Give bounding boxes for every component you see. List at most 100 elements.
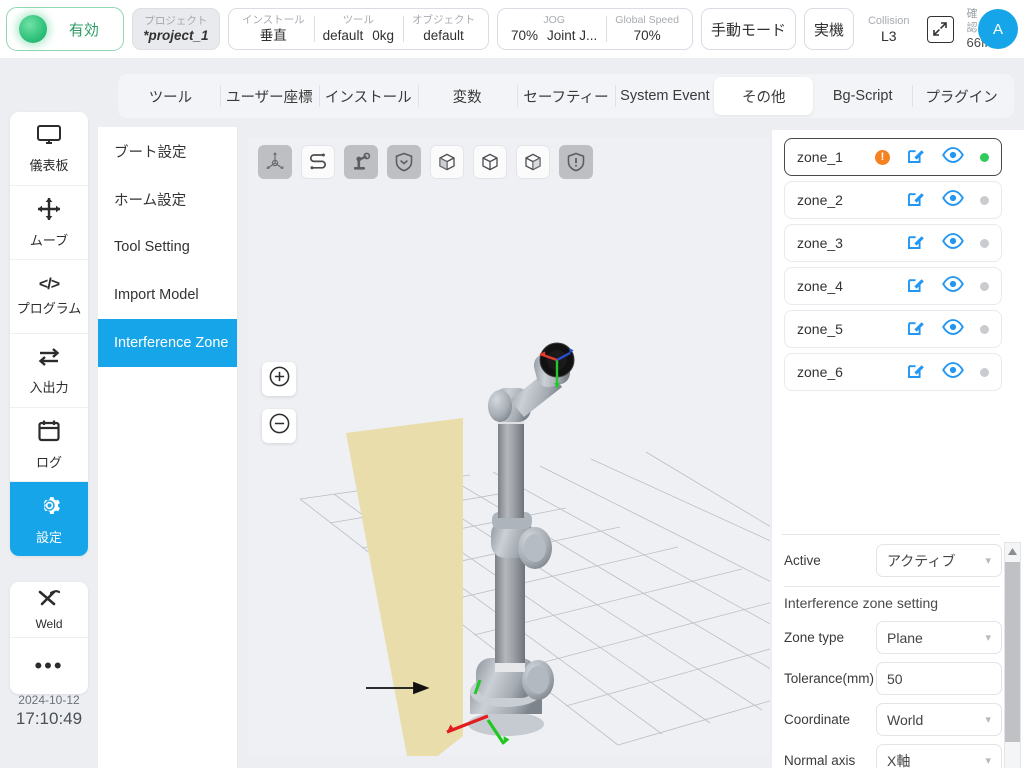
edit-icon[interactable] — [906, 188, 926, 213]
primary-nav-rail: 儀表板 ムーブ </> プログラム 入出力 ログ 設定 — [10, 112, 88, 556]
tab-tool[interactable]: ツール — [121, 77, 220, 115]
visibility-icon[interactable] — [942, 361, 964, 383]
submenu-item-home-settings[interactable]: ホーム設定 — [98, 175, 237, 223]
zoom-in-button[interactable] — [262, 362, 296, 396]
sidebar-item-settings[interactable]: 設定 — [10, 482, 88, 556]
visibility-icon[interactable] — [942, 275, 964, 297]
zone-list-item[interactable]: zone_3 — [784, 224, 1002, 262]
tab-bg-script[interactable]: Bg-Script — [813, 77, 912, 115]
status-dot[interactable] — [980, 281, 989, 291]
jog-mode: Joint J... — [547, 28, 598, 43]
sidebar-item-label: 入出力 — [29, 379, 69, 395]
avatar[interactable]: A — [978, 9, 1018, 49]
shield-warning-icon[interactable] — [559, 145, 593, 179]
zone-list-item[interactable]: zone_5 — [784, 310, 1002, 348]
zone-list-item[interactable]: zone_6 — [784, 353, 1002, 391]
sidebar-item-label: 設定 — [35, 529, 62, 545]
tab-plugin[interactable]: プラグイン — [912, 77, 1011, 115]
install-value: 垂直 — [259, 28, 287, 43]
install-tool-object-group[interactable]: インストール 垂直 ツール default 0kg オブジェクト default — [227, 8, 489, 50]
jog-cell[interactable]: JOG 70% Joint J... — [502, 11, 606, 47]
scroll-up-button[interactable] — [1005, 543, 1020, 560]
status-dot[interactable] — [980, 238, 989, 248]
tolerance-input[interactable]: 50 — [876, 662, 1002, 695]
tab-install[interactable]: インストール — [318, 77, 418, 115]
submenu-item-tool-setting[interactable]: Tool Setting — [98, 223, 237, 271]
global-speed-cell[interactable]: Global Speed 70% — [606, 11, 688, 47]
edit-icon[interactable] — [906, 274, 926, 299]
submenu-item-boot-settings[interactable]: ブート設定 — [98, 127, 237, 175]
cube-wireframe-icon[interactable] — [473, 145, 507, 179]
jog-caption: JOG — [543, 14, 565, 26]
field-label: Active — [784, 553, 821, 568]
clock-date: 2024-10-12 — [18, 693, 80, 707]
collision-level-indicator[interactable]: Collision L3 — [864, 14, 914, 45]
tab-safety[interactable]: セーフティー — [516, 77, 616, 115]
sidebar-item-io[interactable]: 入出力 — [10, 334, 88, 408]
visibility-icon[interactable] — [942, 146, 964, 168]
tab-others[interactable]: その他 — [714, 77, 814, 115]
submenu-item-import-model[interactable]: Import Model — [98, 271, 237, 319]
zone-name: zone_2 — [797, 192, 843, 208]
edit-icon[interactable] — [906, 317, 926, 342]
sidebar-item-program[interactable]: </> プログラム — [10, 260, 88, 334]
edit-icon[interactable] — [906, 231, 926, 256]
sidebar-item-move[interactable]: ムーブ — [10, 186, 88, 260]
zone-list-item[interactable]: zone_2 — [784, 181, 1002, 219]
io-swap-icon — [37, 346, 61, 373]
robot-arm-icon[interactable] — [344, 145, 378, 179]
cube-shaded-icon[interactable] — [516, 145, 550, 179]
cube-solid-icon[interactable] — [430, 145, 464, 179]
field-normal-axis: Normal axis X軸 ▾ — [772, 740, 1012, 768]
zone-list: zone_1 ! zone_2 zone_3 zone_4 zone_5 zon… — [772, 130, 1012, 396]
coordinate-axes-icon[interactable] — [258, 145, 292, 179]
edit-icon[interactable] — [906, 145, 926, 170]
shield-check-icon[interactable] — [387, 145, 421, 179]
edit-icon[interactable] — [906, 360, 926, 385]
coordinate-select[interactable]: World ▾ — [876, 703, 1002, 736]
speed-group[interactable]: JOG 70% Joint J... Global Speed 70% — [496, 8, 693, 50]
tab-variables[interactable]: 変数 — [417, 77, 517, 115]
weld-torch-icon — [36, 588, 62, 613]
plus-circle-icon — [268, 365, 291, 393]
form-separator — [784, 586, 1000, 587]
tab-system-event[interactable]: System Event — [615, 77, 714, 115]
expand-arrows-icon[interactable] — [926, 15, 954, 43]
status-dot[interactable] — [980, 367, 989, 377]
status-dot[interactable] — [980, 195, 989, 205]
zoom-out-button[interactable] — [262, 409, 296, 443]
object-cell[interactable]: オブジェクト default — [402, 11, 484, 47]
field-coordinate: Coordinate World ▾ — [772, 699, 1012, 740]
active-select[interactable]: アクティブ ▾ — [876, 544, 1002, 577]
robot-3d-viewport[interactable] — [248, 138, 770, 756]
install-cell[interactable]: インストール 垂直 — [233, 11, 314, 47]
zone-list-item[interactable]: zone_1 ! — [784, 138, 1002, 176]
scrollbar-track[interactable] — [1005, 560, 1020, 768]
tab-user-coordinate[interactable]: ユーザー座標 — [219, 77, 319, 115]
status-dot[interactable] — [980, 152, 989, 162]
panel-scrollbar[interactable] — [1004, 542, 1021, 768]
sidebar-item-more[interactable]: ••• — [10, 638, 88, 694]
sidebar-item-weld[interactable]: Weld — [10, 582, 88, 638]
collision-caption: Collision — [867, 14, 910, 27]
zone-list-item[interactable]: zone_4 — [784, 267, 1002, 305]
trajectory-path-icon[interactable] — [301, 145, 335, 179]
code-icon: </> — [38, 276, 60, 293]
sidebar-item-log[interactable]: ログ — [10, 408, 88, 482]
top-status-bar: 有効 プロジェクト *project_1 インストール 垂直 ツール defau… — [0, 0, 1024, 58]
status-dot[interactable] — [980, 324, 989, 334]
tool-cell[interactable]: ツール default 0kg — [313, 11, 403, 47]
zone-type-select[interactable]: Plane ▾ — [876, 621, 1002, 654]
visibility-icon[interactable] — [942, 189, 964, 211]
submenu-item-interference-zone[interactable]: Interference Zone — [98, 319, 237, 367]
field-tolerance: Tolerance(mm) 50 — [772, 658, 1012, 699]
panel-divider — [782, 534, 1000, 535]
visibility-icon[interactable] — [942, 232, 964, 254]
normal-axis-select[interactable]: X軸 ▾ — [876, 744, 1002, 768]
real-machine-button[interactable]: 実機 — [803, 8, 854, 50]
scrollbar-thumb[interactable] — [1005, 562, 1020, 742]
sidebar-item-dashboard[interactable]: 儀表板 — [10, 112, 88, 186]
manual-mode-button[interactable]: 手動モード — [700, 8, 796, 50]
visibility-icon[interactable] — [942, 318, 964, 340]
project-indicator[interactable]: プロジェクト *project_1 — [131, 8, 220, 50]
